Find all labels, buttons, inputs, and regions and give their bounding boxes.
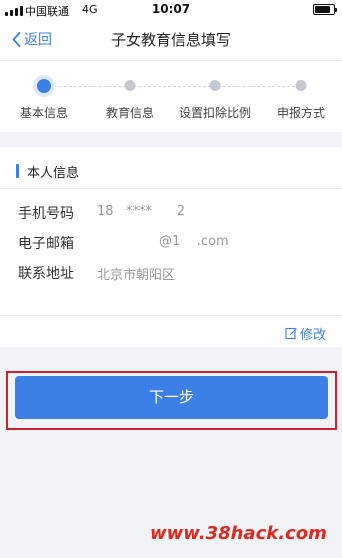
edit-button[interactable]: 修改 bbox=[285, 324, 326, 343]
section-accent-bar bbox=[16, 164, 19, 178]
phone-value: 18 **** 2 bbox=[97, 204, 186, 219]
phone-label: 手机号码 bbox=[18, 206, 74, 222]
steps-connector bbox=[44, 86, 300, 87]
email-row: 电子邮箱 @1 .com bbox=[18, 233, 328, 253]
section-header: 本人信息 bbox=[0, 147, 342, 189]
status-bar: 中国联通 4G 10:07 bbox=[0, 0, 342, 20]
edit-label: 修改 bbox=[299, 328, 326, 343]
address-value: 北京市朝阳区 bbox=[97, 268, 176, 283]
address-label: 联系地址 bbox=[18, 266, 74, 282]
email-value: @1 .com bbox=[97, 234, 229, 249]
step-dot bbox=[209, 80, 221, 91]
step-dot bbox=[295, 80, 307, 91]
edit-icon bbox=[285, 327, 297, 340]
battery-level bbox=[315, 6, 331, 13]
address-row: 联系地址 北京市朝阳区 bbox=[18, 263, 328, 283]
personal-info-card: 本人信息 手机号码 18 **** 2 电子邮箱 @1 .com 联系地址 北京… bbox=[0, 147, 342, 315]
email-label: 电子邮箱 bbox=[18, 236, 74, 252]
section-title: 本人信息 bbox=[27, 166, 80, 181]
clock: 10:07 bbox=[151, 2, 191, 16]
step-dot bbox=[37, 79, 51, 93]
phone-row: 手机号码 18 **** 2 bbox=[18, 203, 328, 223]
progress-steps: 基本信息 教育信息 设置扣除比例 申报方式 bbox=[0, 60, 342, 132]
step-dot bbox=[124, 80, 136, 91]
watermark: www.38hack.com bbox=[150, 523, 327, 544]
edit-row: 修改 bbox=[0, 315, 342, 347]
nav-bar: 返回 子女教育信息填写 bbox=[0, 20, 342, 60]
page-title: 子女教育信息填写 bbox=[110, 31, 231, 49]
battery-icon bbox=[313, 4, 337, 15]
next-step-button[interactable]: 下一步 bbox=[15, 376, 328, 419]
step-label: 申报方式 bbox=[276, 106, 325, 120]
